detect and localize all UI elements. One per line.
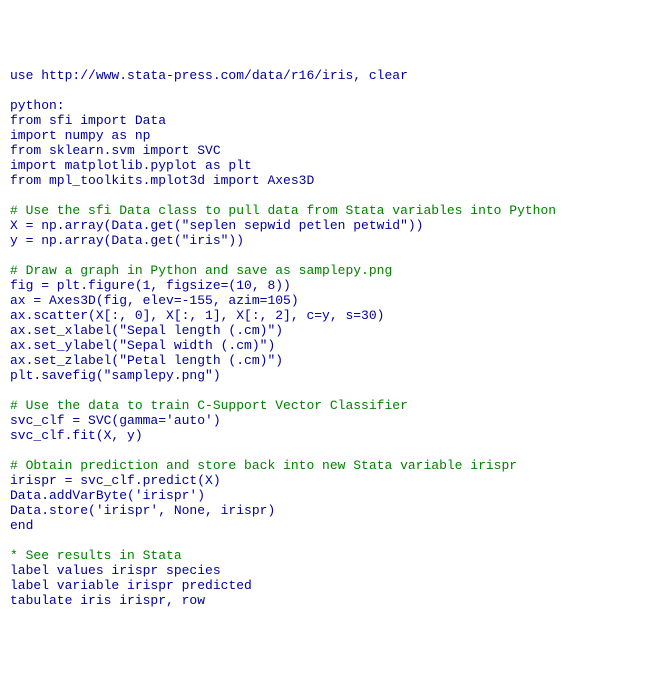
code-line-30: end <box>10 518 640 533</box>
code-line-20: plt.savefig("samplepy.png") <box>10 368 640 383</box>
code-line-27: irispr = svc_clf.predict(X) <box>10 473 640 488</box>
code-line-35: tabulate iris irispr, row <box>10 593 640 608</box>
code-line-12 <box>10 248 640 263</box>
code-line-7: from mpl_toolkits.mplot3d import Axes3D <box>10 173 640 188</box>
code-line-25 <box>10 443 640 458</box>
code-line-32: * See results in Stata <box>10 548 640 563</box>
code-block: use http://www.stata-press.com/data/r16/… <box>10 68 640 608</box>
code-line-8 <box>10 188 640 203</box>
code-line-26: # Obtain prediction and store back into … <box>10 458 640 473</box>
code-line-1 <box>10 83 640 98</box>
code-line-28: Data.addVarByte('irispr') <box>10 488 640 503</box>
code-line-18: ax.set_ylabel("Sepal width (.cm)") <box>10 338 640 353</box>
code-line-4: import numpy as np <box>10 128 640 143</box>
code-line-31 <box>10 533 640 548</box>
code-line-22: # Use the data to train C-Support Vector… <box>10 398 640 413</box>
code-line-0: use http://www.stata-press.com/data/r16/… <box>10 68 640 83</box>
code-line-10: X = np.array(Data.get("seplen sepwid pet… <box>10 218 640 233</box>
code-line-33: label values irispr species <box>10 563 640 578</box>
code-line-15: ax = Axes3D(fig, elev=-155, azim=105) <box>10 293 640 308</box>
code-line-3: from sfi import Data <box>10 113 640 128</box>
code-line-21 <box>10 383 640 398</box>
code-line-23: svc_clf = SVC(gamma='auto') <box>10 413 640 428</box>
code-line-34: label variable irispr predicted <box>10 578 640 593</box>
code-line-29: Data.store('irispr', None, irispr) <box>10 503 640 518</box>
code-line-24: svc_clf.fit(X, y) <box>10 428 640 443</box>
code-line-19: ax.set_zlabel("Petal length (.cm)") <box>10 353 640 368</box>
code-line-2: python: <box>10 98 640 113</box>
code-line-9: # Use the sfi Data class to pull data fr… <box>10 203 640 218</box>
code-line-11: y = np.array(Data.get("iris")) <box>10 233 640 248</box>
code-line-13: # Draw a graph in Python and save as sam… <box>10 263 640 278</box>
code-line-5: from sklearn.svm import SVC <box>10 143 640 158</box>
code-line-6: import matplotlib.pyplot as plt <box>10 158 640 173</box>
code-line-14: fig = plt.figure(1, figsize=(10, 8)) <box>10 278 640 293</box>
code-line-17: ax.set_xlabel("Sepal length (.cm)") <box>10 323 640 338</box>
code-line-16: ax.scatter(X[:, 0], X[:, 1], X[:, 2], c=… <box>10 308 640 323</box>
